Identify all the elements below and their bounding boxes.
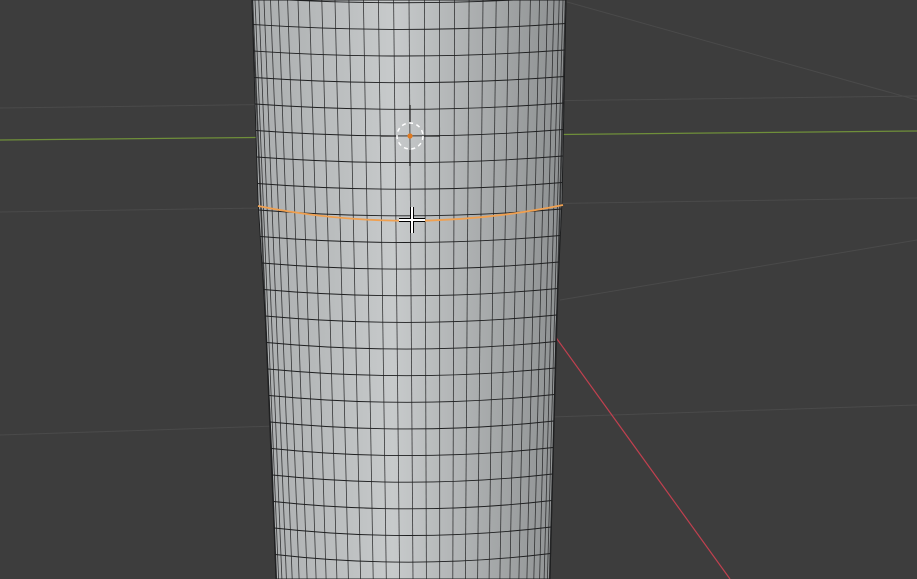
cylinder-mesh[interactable] xyxy=(252,0,566,579)
grid-line xyxy=(559,0,917,101)
grid-line xyxy=(559,239,917,301)
3d-viewport[interactable] xyxy=(0,0,917,579)
object-origin-icon xyxy=(407,133,413,139)
viewport-canvas[interactable] xyxy=(0,0,917,579)
